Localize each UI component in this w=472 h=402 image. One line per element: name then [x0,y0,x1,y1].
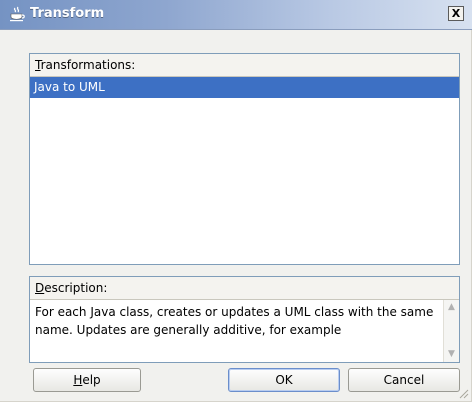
title-bar[interactable]: Transform X [0,0,472,30]
description-header-label: escription: [44,281,108,295]
description-mnemonic: D [35,281,45,295]
help-label: elp [82,373,101,387]
list-item-java-to-uml[interactable]: Java to UML [30,77,459,98]
ok-label: OK [275,373,293,387]
help-button[interactable]: Help [33,368,141,392]
close-icon: X [451,7,461,20]
description-scrollbar[interactable]: ▲ ▼ [443,300,459,362]
scroll-up-arrow-icon[interactable]: ▲ [444,300,459,315]
transformations-header-label: ransformations: [40,58,136,72]
resize-grip-icon[interactable] [459,389,469,399]
java-cup-icon [10,6,25,22]
cancel-button[interactable]: Cancel [348,368,460,392]
dialog-title: Transform [30,6,105,21]
description-text: For each Java class, creates or updates … [35,305,434,337]
transformations-panel: Transformations: Java to UML [29,53,460,265]
description-panel: Description: For each Java class, create… [29,276,460,363]
transform-dialog: Transform X Transformations: Java to UML… [0,0,472,402]
description-header: Description: [30,277,459,300]
close-button[interactable]: X [448,6,464,21]
cancel-label: Cancel [383,373,425,387]
ok-button[interactable]: OK [228,368,340,392]
scroll-down-arrow-icon[interactable]: ▼ [444,347,459,362]
help-mnemonic: H [73,373,83,387]
list-item-label: Java to UML [34,80,105,94]
transformations-header: Transformations: [30,54,459,77]
